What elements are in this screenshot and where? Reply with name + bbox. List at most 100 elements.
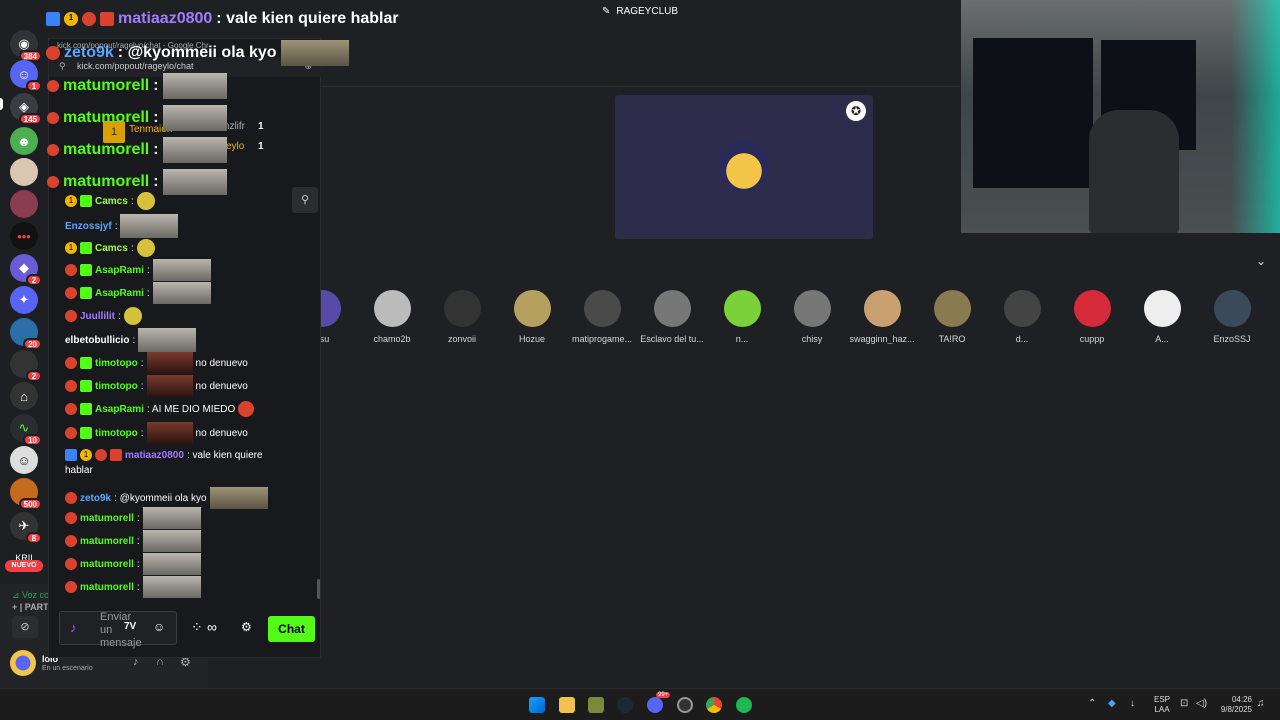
chat-message-large: matumorell:	[47, 105, 227, 131]
trollface-server-icon[interactable]: ☺	[10, 446, 38, 474]
participant[interactable]: TA!RO	[912, 290, 992, 344]
avatar	[653, 290, 691, 327]
participant-name: cuppp	[1079, 334, 1105, 344]
chevron-down-icon[interactable]: ⌄	[1256, 254, 1266, 268]
participant[interactable]: chamo2b	[352, 290, 432, 344]
user-status: En un escenario	[42, 665, 93, 672]
scrollbar[interactable]	[317, 579, 320, 599]
emote-image	[136, 192, 155, 210]
badge-icon	[95, 449, 107, 461]
steam-icon[interactable]	[617, 697, 633, 713]
participant[interactable]: Hozue	[492, 290, 572, 344]
participant[interactable]: n...	[702, 290, 782, 344]
participant-name: Esclavo del tu...	[640, 334, 704, 344]
discord-taskbar-icon[interactable]: 99+	[647, 692, 671, 713]
notification-bell-icon[interactable]: ♫	[1257, 698, 1265, 709]
speaker-tile[interactable]: ✪	[615, 95, 873, 239]
voice-connected-label[interactable]: ⊿ Voz co	[12, 590, 49, 601]
7tv-emote-icon[interactable]: 7V	[124, 621, 136, 632]
server-icon[interactable]: ⌂	[10, 382, 38, 410]
settings-icon[interactable]: ✪	[846, 101, 866, 121]
emote-image	[146, 352, 193, 374]
participant[interactable]: zonvoii	[422, 290, 502, 344]
server-icon[interactable]	[10, 190, 38, 218]
participant[interactable]: cuppp	[1052, 290, 1132, 344]
badge-icon	[65, 287, 77, 299]
spotify-icon[interactable]	[736, 697, 752, 713]
webcam-feed	[961, 0, 1280, 233]
participant[interactable]: swagginn_haz...	[842, 290, 922, 344]
microphone-icon[interactable]: ♪	[70, 620, 77, 635]
sub-badge-icon	[80, 264, 92, 276]
participant[interactable]: A...	[1122, 290, 1202, 344]
badge-icon	[65, 310, 77, 322]
badge-icon	[65, 492, 77, 504]
chrome-icon[interactable]	[706, 697, 722, 713]
participant[interactable]: matiprogame...	[562, 290, 642, 344]
participant[interactable]: Esclavo del tu...	[632, 290, 712, 344]
server-icon[interactable]: 500	[10, 478, 42, 510]
verified-icon	[65, 449, 77, 461]
chat-message: AsapRami: AI ME DIO MIEDO	[65, 401, 255, 417]
server-icon[interactable]	[10, 158, 38, 186]
active-pill	[0, 98, 3, 110]
badge-icon	[65, 535, 77, 547]
server-icon[interactable]: ∿ 10	[10, 414, 42, 446]
avatar	[1143, 290, 1181, 327]
bg-count: 1	[258, 141, 264, 152]
discord-logo-icon[interactable]: ✦	[10, 286, 38, 314]
badge-icon	[65, 264, 77, 276]
server-icon[interactable]: 20	[10, 318, 42, 350]
participant-name: TA!RO	[938, 334, 966, 344]
server-icon[interactable]: ◈ 145	[10, 93, 42, 125]
pepe-server-icon[interactable]: ☻	[10, 127, 38, 155]
chat-message: Enzossjyf:	[65, 214, 179, 238]
chat-input[interactable]: ♪ Enviar un mensaje 7V ☺	[59, 611, 177, 649]
app-icon[interactable]	[588, 697, 604, 713]
badge-count: 8	[26, 532, 42, 544]
download-icon[interactable]: ↓	[1130, 698, 1135, 709]
badge-icon	[65, 512, 77, 524]
avatar[interactable]	[10, 650, 36, 676]
stage-title: RAGEYCLUB	[616, 5, 679, 17]
stage-header: ✎ RAGEYCLUB	[320, 0, 960, 22]
badge-icon	[65, 380, 77, 392]
language-indicator[interactable]: ESP LAA	[1154, 695, 1170, 715]
badge-icon	[65, 427, 77, 439]
server-icon[interactable]: •••	[10, 222, 38, 250]
badge-count: 10	[23, 434, 42, 446]
badge-icon	[47, 144, 59, 156]
participant[interactable]: d...	[982, 290, 1062, 344]
pin-icon[interactable]: ⚲	[292, 187, 318, 213]
windows-start-icon[interactable]	[529, 697, 545, 713]
signal-icon: ⊿	[12, 590, 23, 600]
server-icon[interactable]: ◆ 2	[10, 254, 42, 286]
avatar	[1073, 290, 1111, 327]
network-icon[interactable]: ⊡	[1180, 698, 1188, 709]
rank-icon: 1	[64, 12, 78, 26]
emote-image	[136, 239, 155, 257]
infinity-icon[interactable]: ∞	[207, 619, 217, 635]
discord-logo-icon[interactable]: ☺ 1	[10, 60, 42, 92]
send-chat-button[interactable]: Chat	[268, 616, 315, 642]
participant[interactable]: EnzoSSJ	[1192, 290, 1272, 344]
chat-message: zeto9k: @kyommeii ola kyo	[65, 487, 268, 509]
file-explorer-icon[interactable]	[559, 697, 575, 713]
chevron-up-icon[interactable]: ⌃	[1088, 698, 1096, 709]
emote-image	[152, 282, 211, 304]
video-off-icon[interactable]: ⊘	[12, 616, 38, 638]
bits-icon[interactable]: ⁘	[191, 619, 203, 636]
server-icon[interactable]: 2	[10, 350, 42, 382]
volume-icon[interactable]: ◁)	[1196, 698, 1207, 709]
chat-message: 1 Camcs:	[65, 192, 155, 210]
app-icon[interactable]	[677, 697, 693, 713]
badge-icon	[110, 449, 122, 461]
server-icon[interactable]: ✈ 8	[10, 512, 42, 544]
clock[interactable]: 04:26 9/8/2025	[1216, 695, 1252, 715]
participant[interactable]: chisy	[772, 290, 852, 344]
gear-icon[interactable]: ⚙	[241, 620, 252, 634]
emoji-icon[interactable]: ☺	[153, 620, 165, 634]
emote-image	[280, 40, 349, 66]
discord-home-icon[interactable]: ◉ 384	[10, 30, 42, 62]
tray-app-icon[interactable]: ◆	[1108, 698, 1116, 709]
